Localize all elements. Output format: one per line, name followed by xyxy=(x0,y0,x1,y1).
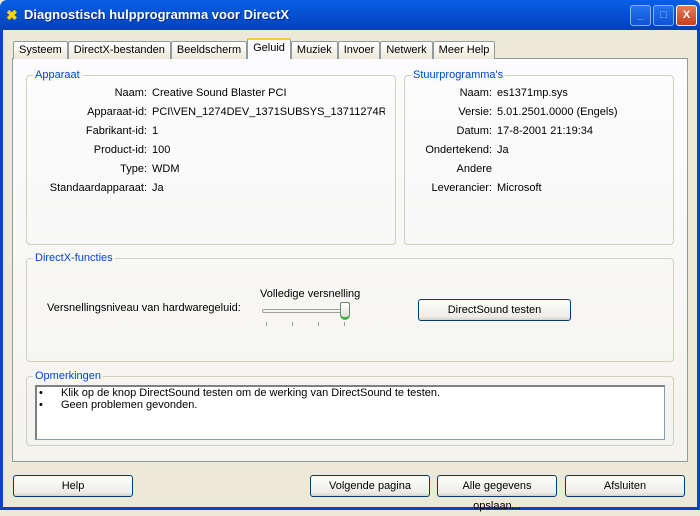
device-value: 1 xyxy=(152,125,159,137)
device-group: Apparaat xyxy=(26,69,396,245)
device-value: Ja xyxy=(152,182,164,194)
bullet-icon: • xyxy=(39,399,43,411)
device-label: Type: xyxy=(120,163,147,175)
driver-group-title: Stuurprogramma's xyxy=(411,69,506,81)
note-text: Geen problemen gevonden. xyxy=(61,399,198,411)
driver-value: 17-8-2001 21:19:34 xyxy=(497,125,594,137)
device-group-title: Apparaat xyxy=(33,69,82,81)
tab-meer-help[interactable]: Meer Help xyxy=(432,41,496,59)
directsound-test-button[interactable]: DirectSound testen xyxy=(418,299,571,321)
driver-label: Versie: xyxy=(458,106,492,118)
note-item: • Geen problemen gevonden. xyxy=(39,399,664,411)
device-value: WDM xyxy=(152,163,180,175)
acceleration-slider[interactable] xyxy=(262,300,352,330)
device-label: Apparaat-id: xyxy=(87,106,147,118)
title-bar: ✖ Diagnostisch hulpprogramma voor Direct… xyxy=(0,0,700,30)
tab-beeldscherm[interactable]: Beeldscherm xyxy=(170,41,248,59)
directx-features-title: DirectX-functies xyxy=(33,252,115,264)
minimize-button[interactable]: _ xyxy=(630,5,651,26)
help-button[interactable]: Help xyxy=(13,475,133,497)
notes-box[interactable]: • Klik op de knop DirectSound testen om d… xyxy=(35,385,665,440)
slider-tick xyxy=(266,322,267,326)
device-value: Creative Sound Blaster PCI xyxy=(152,87,287,99)
close-button[interactable]: X xyxy=(676,5,697,26)
driver-label: Andere xyxy=(456,163,492,175)
tab-systeem[interactable]: Systeem xyxy=(13,41,68,59)
notes-group-title: Opmerkingen xyxy=(33,370,104,382)
device-label: Fabrikant-id: xyxy=(85,125,147,137)
tab-muziek[interactable]: Muziek xyxy=(290,41,338,59)
tab-directx-bestanden[interactable]: DirectX-bestanden xyxy=(67,41,171,59)
driver-label: Naam: xyxy=(459,87,492,99)
slider-track xyxy=(262,309,346,313)
driver-group: Stuurprogramma's xyxy=(404,69,674,245)
driver-value: Microsoft xyxy=(497,182,542,194)
maximize-button[interactable]: □ xyxy=(653,5,674,26)
driver-label: Ondertekend: xyxy=(425,144,492,156)
driver-value: es1371mp.sys xyxy=(497,87,568,99)
slider-tick xyxy=(292,322,293,326)
accel-label: Versnellingsniveau van hardwaregeluid: xyxy=(47,302,241,314)
device-value: 100 xyxy=(152,144,171,156)
device-label: Naam: xyxy=(114,87,147,99)
slider-thumb[interactable] xyxy=(340,302,350,320)
driver-value: Ja xyxy=(497,144,509,156)
device-label: Product-id: xyxy=(93,144,147,156)
slider-caption: Volledige versnelling xyxy=(260,288,361,300)
bullet-icon: • xyxy=(39,387,43,399)
save-all-button[interactable]: Alle gegevens opslaan... xyxy=(437,475,557,512)
next-page-button[interactable]: Volgende pagina xyxy=(310,475,430,497)
device-label: Standaardapparaat: xyxy=(49,182,147,194)
tab-invoer[interactable]: Invoer xyxy=(337,41,381,59)
note-text: Klik op de knop DirectSound testen om de… xyxy=(61,387,441,399)
slider-tick xyxy=(344,322,345,326)
slider-tick xyxy=(318,322,319,326)
note-item: • Klik op de knop DirectSound testen om d… xyxy=(39,387,664,399)
device-value: PCI\VEN_1274DEV_1371SUBSYS_13711274REV_0… xyxy=(152,106,385,118)
tab-geluid[interactable]: Geluid xyxy=(247,38,291,59)
tab-netwerk[interactable]: Netwerk xyxy=(380,41,433,59)
window-title: Diagnostisch hulpprogramma voor DirectX xyxy=(24,7,290,22)
driver-value: 5.01.2501.0000 (Engels) xyxy=(497,106,618,118)
directx-icon: ✖ xyxy=(6,7,18,23)
driver-label: Leverancier: xyxy=(431,182,492,194)
driver-label: Datum: xyxy=(456,125,492,137)
exit-button[interactable]: Afsluiten xyxy=(565,475,685,497)
tab-strip: Systeem DirectX-bestanden Beeldscherm Ge… xyxy=(13,38,496,59)
